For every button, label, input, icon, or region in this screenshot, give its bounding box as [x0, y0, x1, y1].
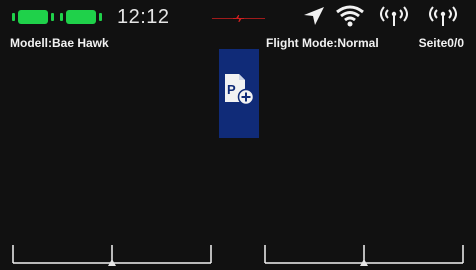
right-trim-indicator: [264, 241, 464, 267]
flight-mode: Flight Mode:Normal: [266, 36, 379, 50]
status-bar: 12:12: [0, 0, 476, 34]
add-page-button[interactable]: P: [219, 49, 259, 138]
rf-signal-icon: [429, 6, 457, 26]
model-name: Modell:Bae Hawk: [10, 36, 109, 50]
receiver-battery-icon: [60, 9, 102, 25]
left-trim-indicator: [12, 241, 212, 267]
svg-text:P: P: [227, 82, 236, 97]
rf-signal-icon: [380, 6, 408, 26]
telemetry-link-icon: [211, 15, 266, 22]
page-indicator: Seite0/0: [418, 36, 464, 50]
gps-arrow-icon: [304, 7, 324, 25]
transmitter-battery-icon: [12, 9, 54, 25]
wifi-icon: [336, 5, 364, 27]
add-page-icon: P: [225, 74, 255, 106]
clock: 12:12: [117, 6, 170, 28]
